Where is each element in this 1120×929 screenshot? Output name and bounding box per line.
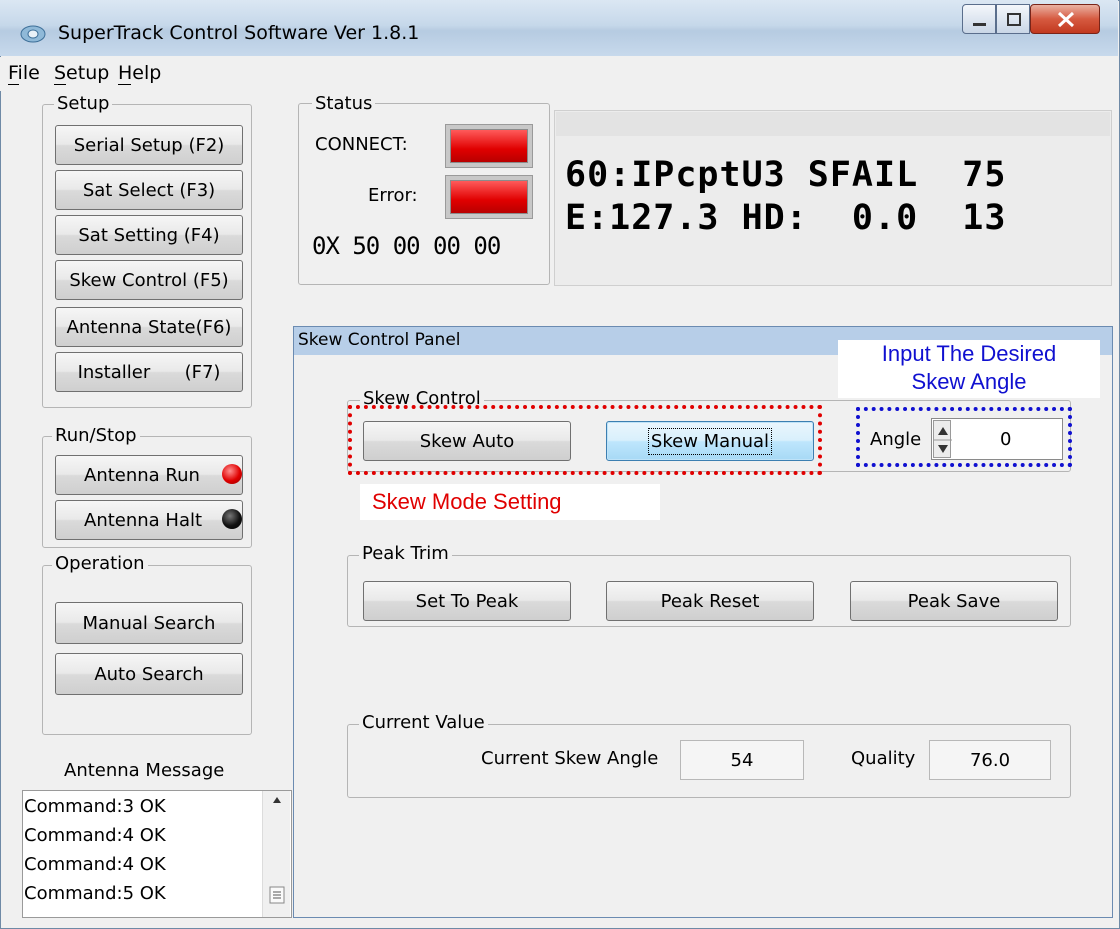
close-icon: [1057, 11, 1075, 28]
quality-label: Quality: [851, 748, 916, 769]
menu-setup[interactable]: Setup: [54, 62, 109, 84]
connect-label: CONNECT:: [315, 134, 408, 155]
antenna-state-button[interactable]: Antenna State(F6): [55, 307, 243, 347]
halt-status-led-icon: [222, 509, 242, 529]
operation-group: [42, 565, 252, 735]
antenna-run-button[interactable]: Antenna Run: [55, 455, 243, 495]
mode-note: Skew Mode Setting: [372, 489, 562, 514]
lcd-header-strip: [556, 112, 1110, 136]
setup-group-label: Setup: [54, 93, 113, 114]
angle-value: 0: [1000, 429, 1012, 450]
message-line: Command:5 OK: [24, 883, 166, 904]
message-line: Command:4 OK: [24, 825, 166, 846]
operation-group-label: Operation: [52, 553, 148, 574]
window-title: SuperTrack Control Software Ver 1.8.1: [58, 22, 420, 44]
error-led-icon: [450, 180, 528, 214]
message-scrollbar[interactable]: [262, 791, 290, 917]
peak-save-button[interactable]: Peak Save: [850, 581, 1058, 621]
status-code: 0X 50 00 00 00: [312, 232, 501, 260]
sat-setting-button[interactable]: Sat Setting (F4): [55, 215, 243, 255]
manual-search-button[interactable]: Manual Search: [55, 602, 243, 644]
angle-label: Angle: [870, 429, 922, 450]
close-button[interactable]: [1030, 4, 1100, 34]
peak-reset-button[interactable]: Peak Reset: [606, 581, 814, 621]
maximize-button[interactable]: [996, 4, 1030, 34]
sat-select-button[interactable]: Sat Select (F3): [55, 170, 243, 210]
skew-control-button[interactable]: Skew Control (F5): [55, 260, 243, 300]
angle-note-line-1: Input The Desired: [881, 341, 1057, 366]
menu-bar: [0, 57, 1118, 91]
run-status-led-icon: [222, 464, 242, 484]
current-value-group-label: Current Value: [359, 712, 488, 733]
lcd-line-2: E:127.3 HD: 0.0 13: [565, 198, 1007, 238]
antenna-run-label: Antenna Run: [84, 464, 200, 486]
menu-setup-accel: [54, 84, 66, 85]
menu-help-accel: [118, 84, 131, 85]
connect-led-icon: [450, 129, 528, 163]
runstop-group-label: Run/Stop: [52, 425, 140, 446]
peak-trim-group-label: Peak Trim: [359, 543, 452, 564]
antenna-halt-label: Antenna Halt: [84, 509, 203, 531]
set-to-peak-button[interactable]: Set To Peak: [363, 581, 571, 621]
auto-search-button[interactable]: Auto Search: [55, 653, 243, 695]
app-icon: [20, 25, 46, 43]
message-line: Command:4 OK: [24, 854, 166, 875]
serial-setup-button[interactable]: Serial Setup (F2): [55, 125, 243, 165]
menu-help[interactable]: Help: [118, 62, 161, 84]
skew-auto-button[interactable]: Skew Auto: [363, 421, 571, 461]
installer-button[interactable]: Installer (F7): [55, 352, 243, 392]
maximize-icon: [1007, 13, 1021, 26]
quality-field: 76.0: [929, 740, 1051, 780]
current-skew-angle-field: 54: [680, 740, 804, 780]
menu-file-accel: [8, 84, 19, 85]
message-line: Command:3 OK: [24, 796, 166, 817]
panel-title: Skew Control Panel: [298, 330, 461, 350]
minimize-button[interactable]: [962, 4, 996, 34]
lcd-line-1: 60:IPcptU3 SFAIL 75: [565, 155, 1007, 195]
angle-spinner[interactable]: [933, 420, 952, 458]
error-label: Error:: [368, 185, 418, 206]
current-skew-angle-label: Current Skew Angle: [481, 748, 659, 769]
antenna-halt-button[interactable]: Antenna Halt: [55, 500, 243, 540]
skew-manual-button[interactable]: Skew Manual: [606, 421, 814, 461]
angle-note-line-2: Skew Angle: [911, 369, 1027, 394]
minimize-icon: [973, 23, 986, 26]
scroll-arrows-icon: [269, 797, 285, 904]
menu-file[interactable]: File: [8, 62, 40, 84]
antenna-message-label: Antenna Message: [64, 760, 225, 781]
status-group-label: Status: [312, 93, 376, 114]
skew-manual-label: Skew Manual: [647, 427, 773, 455]
spinner-arrows-icon: [934, 427, 952, 453]
